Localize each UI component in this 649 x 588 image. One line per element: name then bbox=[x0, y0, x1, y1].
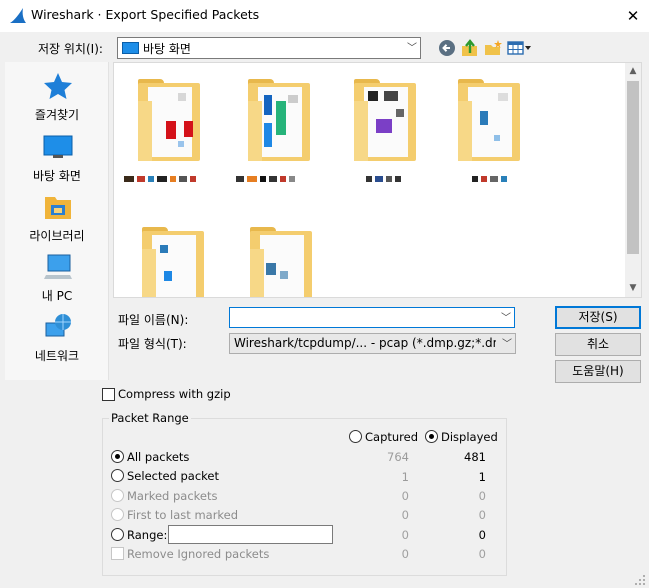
up-folder-icon[interactable] bbox=[460, 38, 480, 58]
range-radio[interactable] bbox=[111, 528, 124, 541]
selected-packet-captured: 1 bbox=[401, 470, 409, 484]
range-input[interactable] bbox=[168, 525, 333, 544]
displayed-label: Displayed bbox=[441, 430, 498, 444]
file-list[interactable] bbox=[113, 62, 642, 298]
folder-item[interactable] bbox=[142, 227, 206, 297]
scroll-up-icon[interactable]: ▲ bbox=[625, 63, 641, 80]
marked-packets-captured: 0 bbox=[401, 489, 409, 503]
cancel-button[interactable]: 취소 bbox=[555, 333, 641, 356]
folder-item[interactable] bbox=[354, 79, 418, 163]
desktop-icon bbox=[43, 135, 73, 158]
remove-ignored-checkbox bbox=[111, 547, 124, 560]
place-this-pc[interactable]: 내 PC bbox=[5, 253, 109, 311]
folder-item[interactable] bbox=[458, 79, 522, 163]
place-network[interactable]: 네트워크 bbox=[5, 313, 109, 371]
selected-packet-radio[interactable] bbox=[111, 469, 124, 482]
selected-packet-displayed: 1 bbox=[478, 470, 486, 484]
computer-icon bbox=[44, 254, 72, 279]
view-menu-icon[interactable] bbox=[507, 38, 533, 58]
displayed-radio[interactable] bbox=[425, 430, 438, 443]
packet-range-title: Packet Range bbox=[109, 411, 191, 425]
folder-item[interactable] bbox=[250, 227, 314, 297]
place-favorites[interactable]: 즐겨찾기 bbox=[5, 72, 109, 130]
all-packets-label: All packets bbox=[127, 450, 190, 464]
library-icon bbox=[45, 197, 71, 219]
compress-gzip-label: Compress with gzip bbox=[118, 387, 231, 401]
window-title: Wireshark · Export Specified Packets bbox=[31, 7, 260, 22]
range-displayed: 0 bbox=[478, 528, 486, 542]
all-packets-displayed: 481 bbox=[464, 450, 486, 464]
file-type-select[interactable]: Wireshark/tcpdump/... - pcap (*.dmp.gz;*… bbox=[229, 333, 516, 354]
remove-ignored-captured: 0 bbox=[401, 547, 409, 561]
file-type-value: Wireshark/tcpdump/... - pcap (*.dmp.gz;*… bbox=[234, 336, 496, 350]
all-packets-captured: 764 bbox=[387, 450, 409, 464]
file-name-input[interactable]: ﹀ bbox=[229, 307, 515, 328]
scroll-thumb[interactable] bbox=[627, 81, 639, 254]
selected-packet-label: Selected packet bbox=[127, 469, 220, 483]
chevron-down-icon[interactable]: ﹀ bbox=[501, 309, 511, 324]
first-to-last-marked-displayed: 0 bbox=[478, 508, 486, 522]
file-name-blurred bbox=[366, 171, 404, 182]
file-name-blurred bbox=[124, 171, 199, 182]
scroll-down-icon[interactable]: ▼ bbox=[625, 280, 641, 297]
marked-packets-displayed: 0 bbox=[478, 489, 486, 503]
help-button[interactable]: 도움말(H) bbox=[555, 360, 641, 383]
remove-ignored-label: Remove Ignored packets bbox=[127, 547, 270, 561]
file-name-label: 파일 이름(N): bbox=[118, 313, 189, 327]
new-folder-icon[interactable] bbox=[483, 38, 503, 58]
resize-grip-icon[interactable] bbox=[634, 574, 646, 586]
first-to-last-marked-label: First to last marked bbox=[127, 508, 239, 522]
first-to-last-marked-radio bbox=[111, 508, 124, 521]
captured-radio[interactable] bbox=[349, 430, 362, 443]
chevron-down-icon: ﹀ bbox=[407, 43, 417, 54]
save-in-value: 바탕 화면 bbox=[143, 42, 191, 56]
compress-gzip-checkbox[interactable] bbox=[102, 388, 115, 401]
places-bar: 즐겨찾기 바탕 화면 라이브러리 내 PC 네트워크 bbox=[5, 62, 109, 380]
network-icon bbox=[45, 314, 71, 337]
file-type-label: 파일 형식(T): bbox=[118, 337, 187, 351]
file-name-blurred bbox=[236, 171, 298, 182]
save-button[interactable]: 저장(S) bbox=[555, 306, 641, 329]
marked-packets-label: Marked packets bbox=[127, 489, 218, 503]
star-icon bbox=[44, 73, 72, 99]
folder-item[interactable] bbox=[138, 79, 202, 163]
all-packets-radio[interactable] bbox=[111, 450, 124, 463]
place-libraries[interactable]: 라이브러리 bbox=[5, 193, 109, 251]
file-name-blurred bbox=[472, 171, 510, 182]
save-in-label: 저장 위치(I): bbox=[38, 42, 103, 56]
marked-packets-radio bbox=[111, 489, 124, 502]
desktop-icon bbox=[122, 42, 139, 54]
save-in-combo[interactable]: 바탕 화면 ﹀ bbox=[117, 37, 421, 59]
place-desktop[interactable]: 바탕 화면 bbox=[5, 133, 109, 191]
close-button[interactable]: ✕ bbox=[620, 4, 646, 28]
first-to-last-marked-captured: 0 bbox=[401, 508, 409, 522]
back-icon[interactable] bbox=[437, 38, 457, 58]
folder-item[interactable] bbox=[248, 79, 312, 163]
range-captured: 0 bbox=[401, 528, 409, 542]
wireshark-fin-icon bbox=[10, 8, 26, 23]
range-label: Range: bbox=[127, 528, 168, 542]
captured-label: Captured bbox=[365, 430, 419, 444]
remove-ignored-displayed: 0 bbox=[478, 547, 486, 561]
chevron-down-icon: ﹀ bbox=[502, 339, 512, 350]
file-list-scrollbar[interactable]: ▲ ▼ bbox=[625, 63, 641, 297]
